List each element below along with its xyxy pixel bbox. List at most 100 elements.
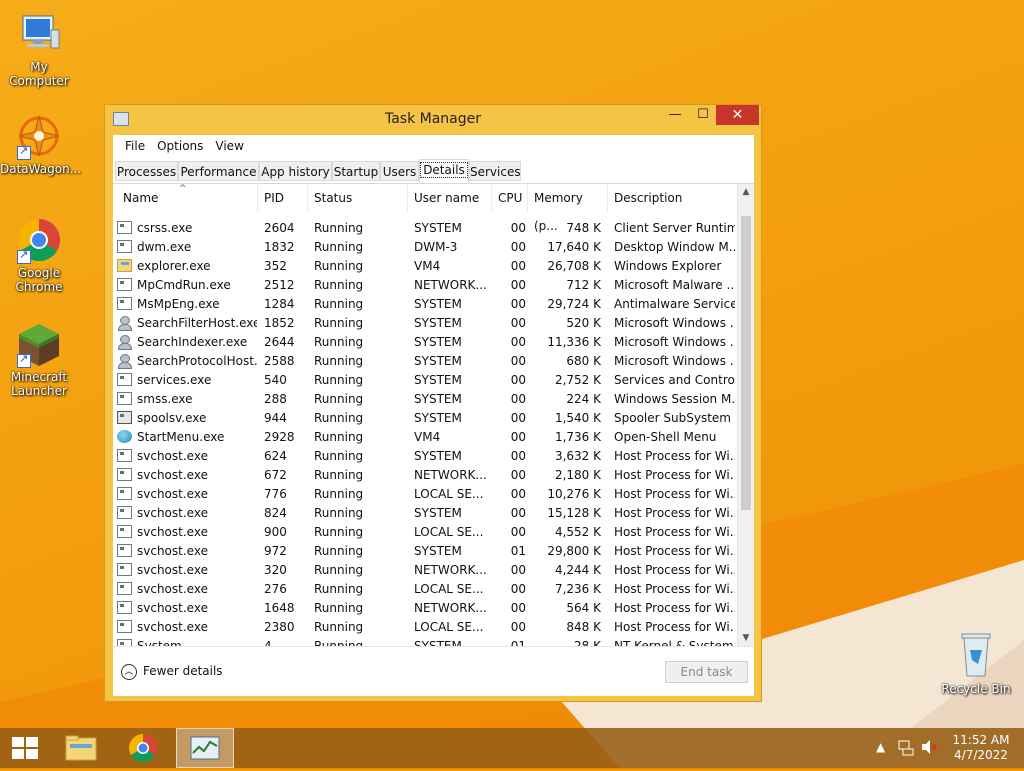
cell-desc: Services and Control...	[614, 373, 735, 387]
volume-muted-icon[interactable]	[920, 738, 938, 759]
cell-name: svchost.exe	[137, 544, 208, 558]
desktop-icon-my-computer[interactable]: My Computer	[0, 10, 78, 88]
network-icon[interactable]	[898, 738, 914, 759]
table-row[interactable]: smss.exe 288 Running SYSTEM 00 224 K Windows S…	[113, 390, 737, 409]
minimize-button[interactable]: —	[661, 105, 689, 125]
desktop-icon-label: Minecraft Launcher	[10, 370, 68, 398]
cell-pid: 320	[264, 563, 287, 577]
desktop-icon-datawagon[interactable]: DataWagon...	[0, 112, 81, 176]
cell-status: Running	[314, 487, 364, 501]
cell-pid: 540	[264, 373, 287, 387]
column-header-label: Name	[123, 191, 159, 205]
table-row[interactable]: svchost.exe 824 Running SYSTEM 00 15,128 K Hos…	[113, 504, 737, 523]
table-row[interactable]: svchost.exe 276 Running LOCAL SE... 00 7,236 …	[113, 580, 737, 599]
tab-app-history[interactable]: App history	[259, 161, 332, 181]
column-header-pid[interactable]: PID	[258, 184, 308, 212]
table-row[interactable]: svchost.exe 1648 Running NETWORK... 00 564 K H…	[113, 599, 737, 618]
tab-processes[interactable]: Processes	[115, 161, 178, 181]
table-row[interactable]: svchost.exe 320 Running NETWORK... 00 4,244 K…	[113, 561, 737, 580]
table-row[interactable]: MsMpEng.exe 1284 Running SYSTEM 00 29,724 K An…	[113, 295, 737, 314]
table-row[interactable]: svchost.exe 2380 Running LOCAL SE... 00 848 K…	[113, 618, 737, 637]
cell-name: svchost.exe	[137, 563, 208, 577]
table-row[interactable]: spoolsv.exe 944 Running SYSTEM 00 1,540 K Spoo…	[113, 409, 737, 428]
tab-users[interactable]: Users	[380, 161, 419, 181]
table-row[interactable]: svchost.exe 972 Running SYSTEM 01 29,800 K Hos…	[113, 542, 737, 561]
column-header-memory[interactable]: Memory (p...	[528, 184, 608, 233]
cell-cpu: 00	[510, 392, 526, 406]
column-header-cpu[interactable]: CPU	[492, 184, 528, 212]
maximize-button[interactable]: ☐	[689, 105, 717, 125]
end-task-button[interactable]: End task	[665, 661, 748, 683]
column-header-name[interactable]: ^ Name	[113, 184, 258, 212]
show-hidden-icons-icon[interactable]: ▲	[876, 740, 885, 754]
cell-pid: 1852	[264, 316, 295, 330]
table-row[interactable]: StartMenu.exe 2928 Running VM4 00 1,736 K Open…	[113, 428, 737, 447]
tab-details[interactable]: Details	[419, 159, 469, 183]
cell-status: Running	[314, 278, 364, 292]
process-exe-icon	[117, 487, 132, 500]
process-exe-icon	[117, 639, 132, 646]
start-button[interactable]	[0, 728, 48, 768]
tab-startup[interactable]: Startup	[332, 161, 380, 181]
desktop-icon-minecraft-launcher[interactable]: Minecraft Launcher	[0, 320, 78, 398]
cell-mem: 4,244 K	[554, 563, 601, 577]
cell-pid: 672	[264, 468, 287, 482]
table-row[interactable]: svchost.exe 776 Running LOCAL SE... 00 10,276…	[113, 485, 737, 504]
taskbar-chrome[interactable]	[116, 728, 170, 768]
cell-mem: 7,236 K	[554, 582, 601, 596]
cell-cpu: 00	[510, 278, 526, 292]
desktop-icon-recycle-bin[interactable]: Recycle Bin	[938, 630, 1014, 696]
cell-desc: Host Process for Wi...	[614, 487, 735, 501]
scroll-up-icon[interactable]: ▲	[738, 184, 754, 200]
system-clock[interactable]: 11:52 AM 4/7/2022	[944, 733, 1018, 763]
vertical-scrollbar[interactable]: ▲ ▼	[737, 184, 754, 646]
table-row[interactable]: SearchProtocolHost.... 2588 Running SYSTEM 0…	[113, 352, 737, 371]
scrollbar-thumb[interactable]	[741, 216, 751, 510]
cell-mem: 29,800 K	[547, 544, 601, 558]
column-header-description[interactable]: Description	[608, 184, 737, 212]
table-row[interactable]: System 4 Running SYSTEM 01 28 K NT Kernel & Sy…	[113, 637, 737, 646]
shortcut-arrow-icon	[17, 144, 31, 160]
table-row[interactable]: csrss.exe 2604 Running SYSTEM 00 748 K Client …	[113, 219, 737, 238]
process-globe-icon	[117, 430, 132, 443]
menu-bar: File Options View	[113, 135, 754, 157]
menu-view[interactable]: View	[209, 139, 249, 153]
cell-user: SYSTEM	[414, 373, 462, 387]
table-row[interactable]: svchost.exe 624 Running SYSTEM 00 3,632 K Host…	[113, 447, 737, 466]
cell-name: MsMpEng.exe	[137, 297, 220, 311]
cell-status: Running	[314, 392, 364, 406]
cell-status: Running	[314, 297, 364, 311]
cell-cpu: 00	[510, 411, 526, 425]
cell-mem: 17,640 K	[547, 240, 601, 254]
table-row[interactable]: MpCmdRun.exe 2512 Running NETWORK... 00 712 K…	[113, 276, 737, 295]
table-row[interactable]: explorer.exe 352 Running VM4 00 26,708 K Windo…	[113, 257, 737, 276]
taskbar-task-manager[interactable]	[176, 728, 234, 768]
taskbar-file-explorer[interactable]	[54, 728, 108, 768]
desktop-icon-label: Google Chrome	[15, 266, 63, 294]
tab-services[interactable]: Services	[469, 161, 521, 181]
cell-pid: 2512	[264, 278, 295, 292]
cell-status: Running	[314, 620, 364, 634]
table-row[interactable]: svchost.exe 672 Running NETWORK... 00 2,180 K…	[113, 466, 737, 485]
scroll-down-icon[interactable]: ▼	[738, 630, 754, 646]
footer-bar: ︿ Fewer details End task	[113, 646, 754, 696]
column-header-user-name[interactable]: User name	[408, 184, 492, 212]
task-manager-window[interactable]: Task Manager — ☐ ✕ File Options View Pro…	[104, 104, 762, 702]
table-row[interactable]: SearchIndexer.exe 2644 Running SYSTEM 00 11,3…	[113, 333, 737, 352]
menu-options[interactable]: Options	[151, 139, 209, 153]
cell-desc: Windows Session M...	[614, 392, 735, 406]
table-row[interactable]: svchost.exe 900 Running LOCAL SE... 00 4,552 …	[113, 523, 737, 542]
table-row[interactable]: services.exe 540 Running SYSTEM 00 2,752 K Ser…	[113, 371, 737, 390]
close-button[interactable]: ✕	[716, 105, 759, 125]
cell-pid: 2604	[264, 221, 295, 235]
table-row[interactable]: SearchFilterHost.exe 1852 Running SYSTEM 00 5…	[113, 314, 737, 333]
table-row[interactable]: dwm.exe 1832 Running DWM-3 00 17,640 K Desktop…	[113, 238, 737, 257]
title-bar[interactable]: Task Manager — ☐ ✕	[105, 105, 761, 135]
desktop-icon-google-chrome[interactable]: Google Chrome	[0, 216, 78, 294]
process-exe-icon	[117, 601, 132, 614]
fewer-details-button[interactable]: ︿ Fewer details	[121, 661, 223, 681]
tab-performance[interactable]: Performance	[178, 161, 259, 181]
menu-file[interactable]: File	[119, 139, 151, 153]
cell-cpu: 00	[510, 563, 526, 577]
column-header-status[interactable]: Status	[308, 184, 408, 212]
